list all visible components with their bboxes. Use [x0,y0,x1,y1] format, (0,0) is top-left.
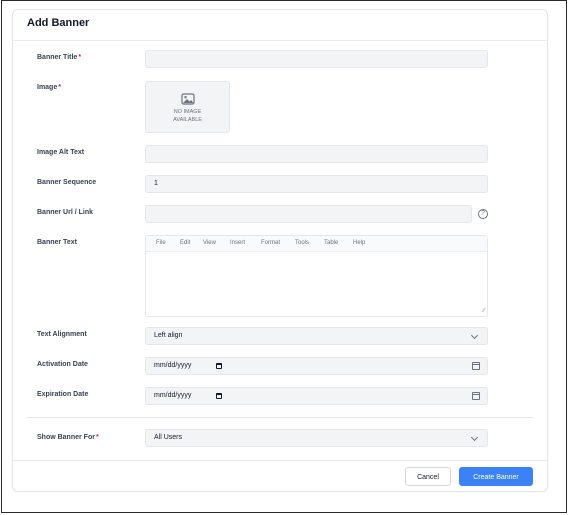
menu-view[interactable]: View [203,240,216,246]
banner-url-input[interactable] [145,205,472,223]
menu-format[interactable]: Format [261,240,280,246]
page-title: Add Banner [27,17,90,29]
image-label: Image* [37,84,61,91]
no-image-text: NO IMAGE AVAILABLE [146,108,229,124]
section-divider [27,417,533,418]
show-banner-for-label-text: Show Banner For [37,434,95,441]
show-banner-for-select[interactable]: All Users [145,429,488,447]
create-banner-button[interactable]: Create Banner [459,467,533,486]
question-circle-icon[interactable]: ? [478,209,488,219]
show-banner-for-value: All Users [154,434,183,441]
banner-sequence-value: 1 [154,180,158,187]
image-alt-text-input[interactable] [145,145,488,163]
calendar-picker-icon[interactable] [472,362,480,370]
banner-title-input[interactable] [145,50,488,68]
resize-handle-icon[interactable]: ∕∕ [483,308,485,314]
calendar-icon [216,363,222,369]
menu-file[interactable]: File [156,240,166,246]
no-image-line2: AVAILABLE [173,117,202,123]
card-header: Add Banner [13,10,547,41]
expiration-date-placeholder: mm/dd/yyyy [154,392,192,399]
banner-text-editor: File Edit View Insert Format Tools Table… [145,235,488,317]
banner-sequence-label: Banner Sequence [37,179,97,186]
banner-title-label-text: Banner Title [37,54,78,61]
banner-title-label: Banner Title* [37,54,81,61]
editor-menubar: File Edit View Insert Format Tools Table… [146,236,487,252]
window-frame: Add Banner Banner Title* Image* NO IMAGE… [1,0,567,513]
menu-help[interactable]: Help [353,240,365,246]
text-alignment-select[interactable]: Left align [145,327,488,345]
show-banner-for-label: Show Banner For* [37,434,99,441]
text-alignment-value: Left align [154,332,183,339]
expiration-date-input[interactable]: mm/dd/yyyy [145,387,488,405]
calendar-picker-icon[interactable] [472,392,480,400]
expiration-date-label: Expiration Date [37,391,89,398]
add-banner-card: Add Banner Banner Title* Image* NO IMAGE… [12,9,548,492]
image-alt-text-label: Image Alt Text [37,149,85,156]
activation-date-label: Activation Date [37,361,88,368]
cancel-button[interactable]: Cancel [405,467,451,486]
image-upload-box[interactable]: NO IMAGE AVAILABLE [145,81,230,133]
calendar-icon [216,393,222,399]
chevron-down-icon [470,433,479,442]
footer-separator [13,460,547,461]
text-alignment-label: Text Alignment [37,331,87,338]
required-mark: * [58,84,61,91]
image-placeholder-icon [181,93,195,105]
banner-text-label: Banner Text [37,239,77,246]
required-mark: * [95,434,99,441]
activation-date-placeholder: mm/dd/yyyy [154,362,192,369]
banner-sequence-input[interactable]: 1 [145,175,488,193]
image-label-text: Image [37,84,58,91]
menu-tools[interactable]: Tools [295,240,309,246]
menu-table[interactable]: Table [324,240,338,246]
activation-date-input[interactable]: mm/dd/yyyy [145,357,488,375]
menu-insert[interactable]: Insert [230,240,245,246]
chevron-down-icon [470,331,479,340]
menu-edit[interactable]: Edit [180,240,190,246]
required-mark: * [78,54,82,61]
editor-content-area[interactable] [146,252,487,316]
no-image-line1: NO IMAGE [173,109,202,115]
banner-url-label: Banner Url / Link [37,209,94,216]
